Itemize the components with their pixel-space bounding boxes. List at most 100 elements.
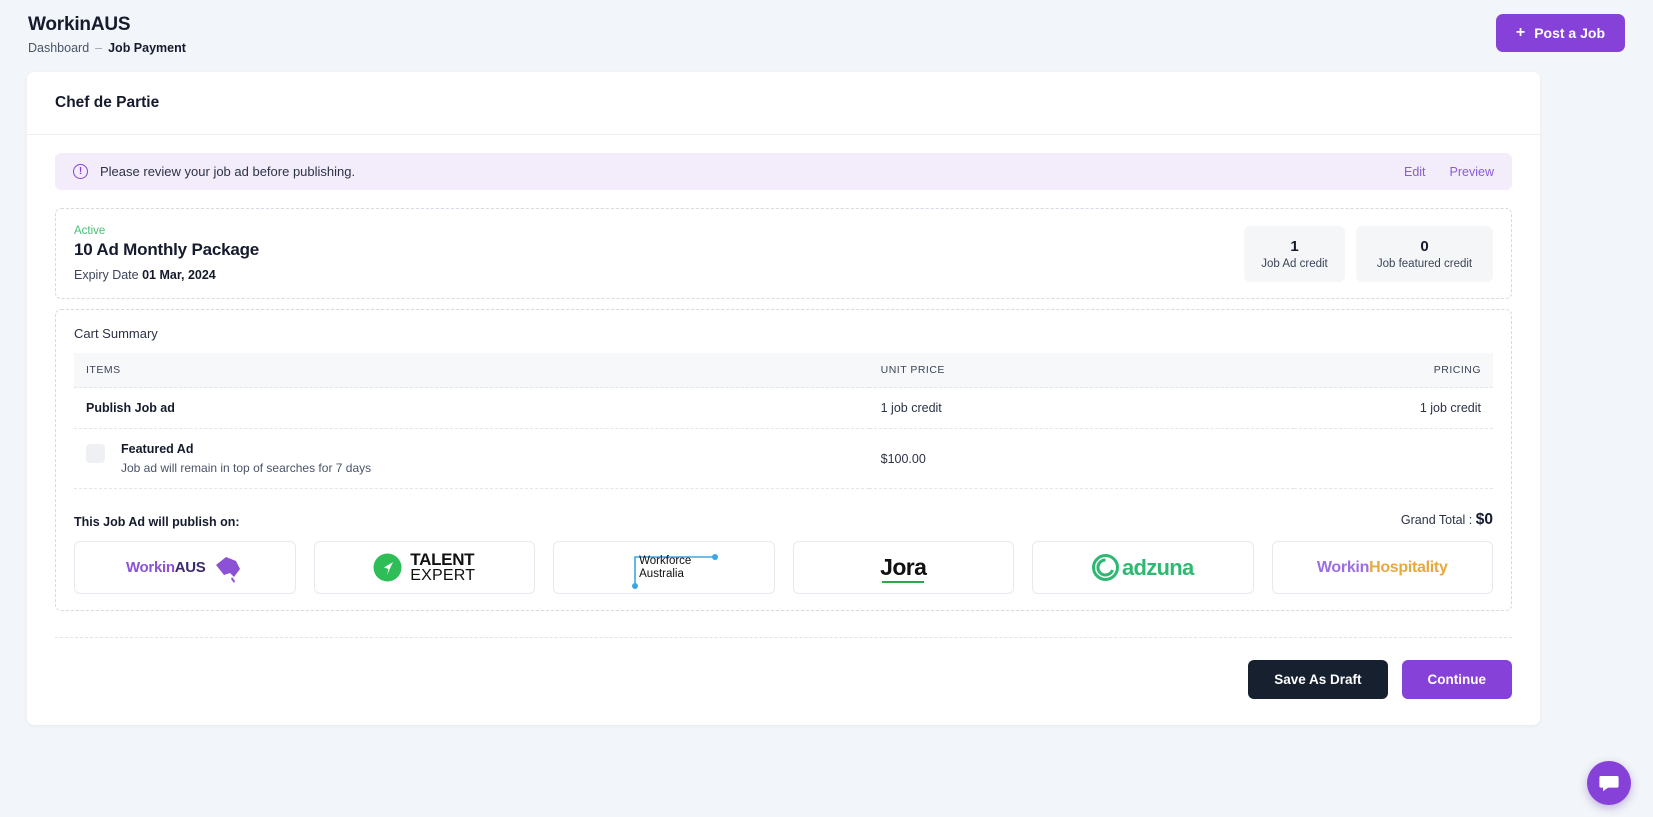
post-a-job-label: Post a Job <box>1534 25 1605 41</box>
adzuna-logo: adzuna <box>1032 541 1254 594</box>
column-unit-price: UNIT PRICE <box>868 353 1295 388</box>
hosp-text-b: Hospitality <box>1369 558 1448 576</box>
item-description: Job ad will remain in top of searches fo… <box>121 461 372 475</box>
adzuna-spiral-icon <box>1091 554 1119 581</box>
card-header: Chef de Partie <box>27 72 1540 135</box>
grand-total-label: Grand Total : <box>1400 513 1473 527</box>
cart-header-row: ITEMS UNIT PRICE PRICING <box>74 353 1493 388</box>
column-pricing: PRICING <box>1294 353 1493 388</box>
workforce-australia-logo-text: Workforce Australia <box>639 555 691 581</box>
publish-logo-list: WorkinAUS TALENT EXPERT Workforce Austra… <box>74 541 1493 594</box>
talent-expert-logo-mark: TALENT EXPERT <box>373 549 476 584</box>
talent-text: TALENT <box>410 549 475 569</box>
column-items: ITEMS <box>74 353 869 388</box>
page-root: WorkinAUS Dashboard – Job Payment + Post… <box>0 0 1653 817</box>
plus-icon: + <box>1515 24 1526 41</box>
breadcrumb-current: Job Payment <box>108 41 186 55</box>
jora-logo: Jora <box>792 541 1014 594</box>
package-panel: Active 10 Ad Monthly Package Expiry Date… <box>55 208 1512 299</box>
page-title: Chef de Partie <box>55 94 160 111</box>
cart-table-head: ITEMS UNIT PRICE PRICING <box>74 353 1493 388</box>
package-expiry: Expiry Date 01 Mar, 2024 <box>74 268 259 282</box>
breadcrumb: Dashboard – Job Payment <box>28 41 186 55</box>
row-item-publish-job-ad: Publish Job ad <box>74 387 869 429</box>
top-bar: WorkinAUS Dashboard – Job Payment + Post… <box>0 0 1653 72</box>
row-pricing <box>1294 428 1493 489</box>
talent-expert-circle-icon <box>373 553 402 582</box>
package-info: Active 10 Ad Monthly Package Expiry Date… <box>74 225 259 282</box>
chat-bubble-icon <box>1599 776 1619 792</box>
breadcrumb-separator: – <box>95 41 103 55</box>
info-circle-icon: ! <box>73 164 88 179</box>
job-ad-credit-box: 1 Job Ad credit <box>1244 225 1345 282</box>
package-status-badge: Active <box>74 225 106 237</box>
workinhospitality-logo: WorkinHospitality <box>1271 541 1493 594</box>
alert-actions: Edit Preview <box>1404 165 1494 179</box>
workinaus-logo-text-b: AUS <box>174 559 206 576</box>
cart-summary-title: Cart Summary <box>74 326 158 341</box>
adzuna-logo-text: adzuna <box>1121 554 1194 580</box>
table-row: Featured Ad Job ad will remain in top of… <box>74 428 1493 489</box>
jora-logo-text: Jora <box>880 554 927 583</box>
workforce-australia-logo: Workforce Australia <box>553 541 775 594</box>
row-item-featured-ad: Featured Ad Job ad will remain in top of… <box>74 428 869 489</box>
brand-block: WorkinAUS Dashboard – Job Payment <box>28 14 186 55</box>
item-cell: Publish Job ad <box>86 401 857 415</box>
workinaus-logo: WorkinAUS <box>74 541 296 594</box>
brand-title: WorkinAUS <box>28 14 131 35</box>
package-row: Active 10 Ad Monthly Package Expiry Date… <box>74 225 1493 282</box>
credit-boxes: 1 Job Ad credit 0 Job featured credit <box>1244 225 1493 282</box>
row-unit-price: $100.00 <box>868 428 1295 489</box>
expert-text: EXPERT <box>410 566 476 584</box>
item-cell: Featured Ad Job ad will remain in top of… <box>86 442 857 475</box>
item-text-block: Featured Ad Job ad will remain in top of… <box>121 442 371 475</box>
continue-button[interactable]: Continue <box>1401 660 1512 699</box>
main-card: Chef de Partie ! Please review your job … <box>27 72 1540 725</box>
save-as-draft-button[interactable]: Save As Draft <box>1248 660 1388 699</box>
grand-total-value: $0 <box>1475 511 1493 528</box>
row-pricing: 1 job credit <box>1294 387 1493 429</box>
preview-link[interactable]: Preview <box>1450 165 1494 179</box>
alert-message: Please review your job ad before publish… <box>100 164 356 179</box>
publish-on-label: This Job Ad will publish on: <box>74 515 240 529</box>
table-row: Publish Job ad 1 job credit 1 job credit <box>74 387 1493 429</box>
footer-actions: Save As Draft Continue <box>55 637 1512 699</box>
edit-link[interactable]: Edit <box>1404 165 1426 179</box>
package-name: 10 Ad Monthly Package <box>74 240 260 259</box>
breadcrumb-root[interactable]: Dashboard <box>28 41 89 55</box>
expiry-value: 01 Mar, 2024 <box>142 268 216 282</box>
post-a-job-button[interactable]: + Post a Job <box>1495 14 1625 52</box>
item-text-block: Publish Job ad <box>86 401 175 415</box>
expiry-label: Expiry Date <box>74 268 139 282</box>
grand-total: Grand Total : $0 <box>1401 511 1493 529</box>
alert-content: ! Please review your job ad before publi… <box>73 164 1404 179</box>
publish-header: This Job Ad will publish on: Grand Total… <box>74 511 1493 529</box>
cart-table-body: Publish Job ad 1 job credit 1 job credit <box>74 387 1493 489</box>
featured-ad-checkbox[interactable] <box>86 444 105 463</box>
cart-panel: Cart Summary ITEMS UNIT PRICE PRICING Pu… <box>55 309 1512 611</box>
item-name: Featured Ad <box>121 442 194 456</box>
workforce-australia-logo-mark: Workforce Australia <box>630 552 719 589</box>
talent-expert-logo: TALENT EXPERT <box>313 541 535 594</box>
job-featured-credit-value: 0 <box>1420 237 1429 255</box>
workinhospitality-logo-text: WorkinHospitality <box>1317 559 1448 577</box>
workinaus-logo-text: WorkinAUS <box>126 559 206 576</box>
talent-expert-logo-text: TALENT EXPERT <box>410 549 476 584</box>
job-ad-credit-label: Job Ad credit <box>1261 257 1328 270</box>
adzuna-logo-mark: adzuna <box>1091 554 1194 581</box>
hosp-text-a: Workin <box>1316 558 1370 576</box>
job-featured-credit-label: Job featured credit <box>1376 257 1473 270</box>
cart-table: ITEMS UNIT PRICE PRICING Publish Job ad <box>74 353 1493 489</box>
card-body: ! Please review your job ad before publi… <box>27 135 1540 725</box>
wfa-line-1: Workforce <box>639 554 692 567</box>
item-name: Publish Job ad <box>86 401 175 415</box>
job-ad-credit-value: 1 <box>1290 237 1299 255</box>
chat-bubble-button[interactable] <box>1587 761 1631 805</box>
review-alert: ! Please review your job ad before publi… <box>55 153 1512 190</box>
wfa-line-2: Australia <box>639 567 684 580</box>
workinaus-logo-mark: WorkinAUS <box>126 553 244 583</box>
row-unit-price: 1 job credit <box>868 387 1295 429</box>
australia-map-icon <box>215 556 240 583</box>
workinaus-logo-text-a: Workin <box>125 559 175 576</box>
job-featured-credit-box: 0 Job featured credit <box>1356 225 1493 282</box>
